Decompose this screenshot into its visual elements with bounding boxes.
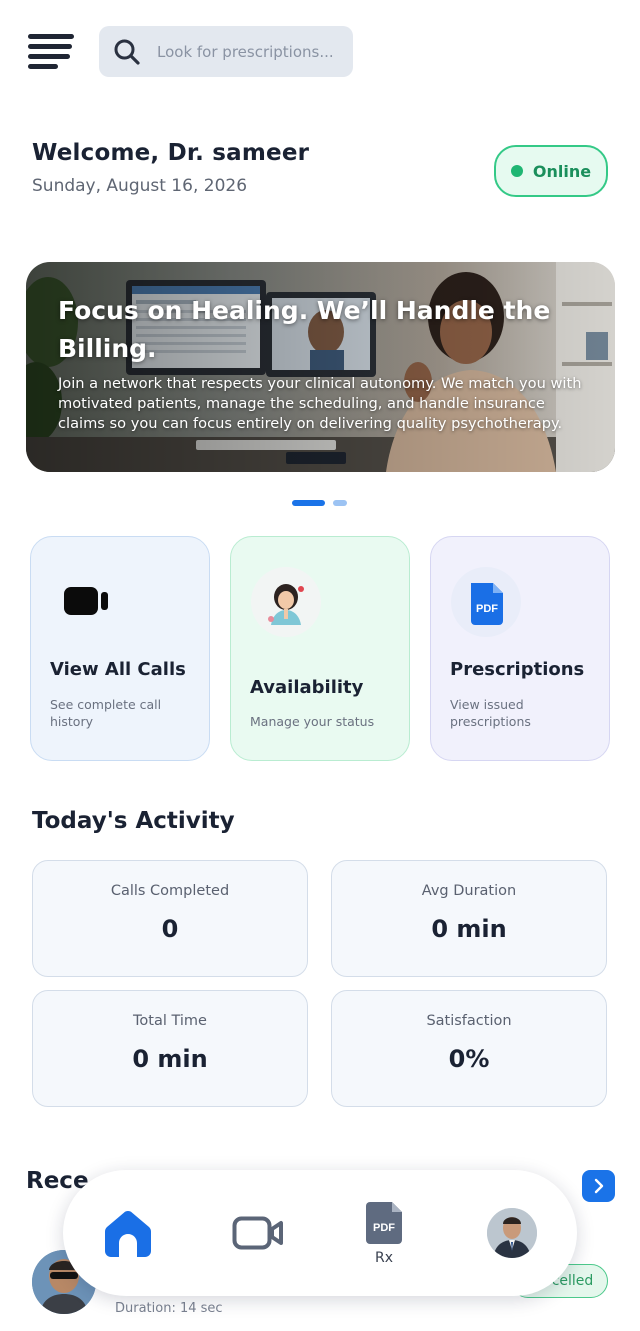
status-label: Online (532, 161, 592, 181)
carousel-dot-active[interactable] (292, 500, 325, 506)
stat-satisfaction: Satisfaction 0% (331, 990, 607, 1107)
nav-rx-label: Rx (374, 1250, 393, 1266)
nav-home[interactable] (93, 1170, 163, 1296)
stat-value: 0% (448, 1045, 490, 1073)
availability-card[interactable]: Availability Manage your status (230, 536, 410, 761)
recent-call-duration: Duration: 14 sec (115, 1301, 223, 1316)
nav-prescriptions[interactable]: PDF Rx (349, 1170, 419, 1296)
bottom-navigation: PDF Rx (63, 1170, 577, 1296)
promo-banner[interactable]: Focus on Healing. We’ll Handle the Billi… (26, 262, 615, 472)
stat-value: 0 min (431, 915, 507, 943)
video-camera-icon (232, 1216, 283, 1250)
search-bar[interactable] (99, 26, 353, 77)
card-title: Prescriptions (450, 659, 585, 680)
banner-text: Join a network that respects your clinic… (58, 375, 582, 432)
card-subtitle: See complete call history (50, 697, 162, 729)
nav-profile[interactable] (477, 1170, 547, 1296)
online-status-toggle[interactable]: Online (494, 145, 608, 197)
profile-avatar (487, 1208, 537, 1258)
nav-calls[interactable] (223, 1170, 293, 1296)
stat-total-time: Total Time 0 min (32, 990, 308, 1107)
prescriptions-card[interactable]: PDF Prescriptions View issued prescripti… (430, 536, 610, 761)
view-all-calls-card[interactable]: View All Calls See complete call history (30, 536, 210, 761)
home-icon (105, 1211, 151, 1257)
welcome-title: Welcome, Dr. sameer (32, 140, 310, 166)
card-subtitle: Manage your status (250, 714, 375, 729)
pdf-file-icon: PDF (366, 1202, 402, 1244)
search-input[interactable] (157, 38, 342, 66)
stat-avg-duration: Avg Duration 0 min (331, 860, 607, 977)
status-dot (510, 165, 523, 177)
banner-title: Focus on Healing. We’ll Handle the Billi… (58, 296, 551, 363)
stat-value: 0 min (132, 1045, 208, 1073)
recent-see-all-button[interactable] (582, 1170, 615, 1202)
stat-label: Total Time (133, 1013, 207, 1029)
activity-title: Today's Activity (32, 808, 235, 834)
stat-label: Avg Duration (421, 883, 517, 899)
chevron-right-icon (594, 1178, 603, 1194)
menu-icon[interactable] (28, 34, 76, 70)
pdf-label: PDF (373, 1222, 395, 1234)
carousel-dot[interactable] (333, 500, 347, 506)
pdf-label: PDF (476, 603, 498, 615)
video-camera-icon (64, 587, 108, 615)
carousel-indicator (292, 500, 347, 506)
card-title: View All Calls (50, 659, 186, 680)
stat-label: Satisfaction (426, 1013, 512, 1029)
pdf-file-icon: PDF (451, 567, 521, 637)
card-title: Availability (250, 677, 364, 698)
search-icon (114, 39, 140, 65)
doctor-avatar-icon (251, 567, 321, 637)
card-subtitle: View issued prescriptions (450, 697, 531, 729)
stat-label: Calls Completed (110, 883, 230, 899)
stat-calls-completed: Calls Completed 0 (32, 860, 308, 977)
stat-value: 0 (161, 915, 179, 943)
welcome-date: Sunday, August 16, 2026 (32, 176, 248, 196)
